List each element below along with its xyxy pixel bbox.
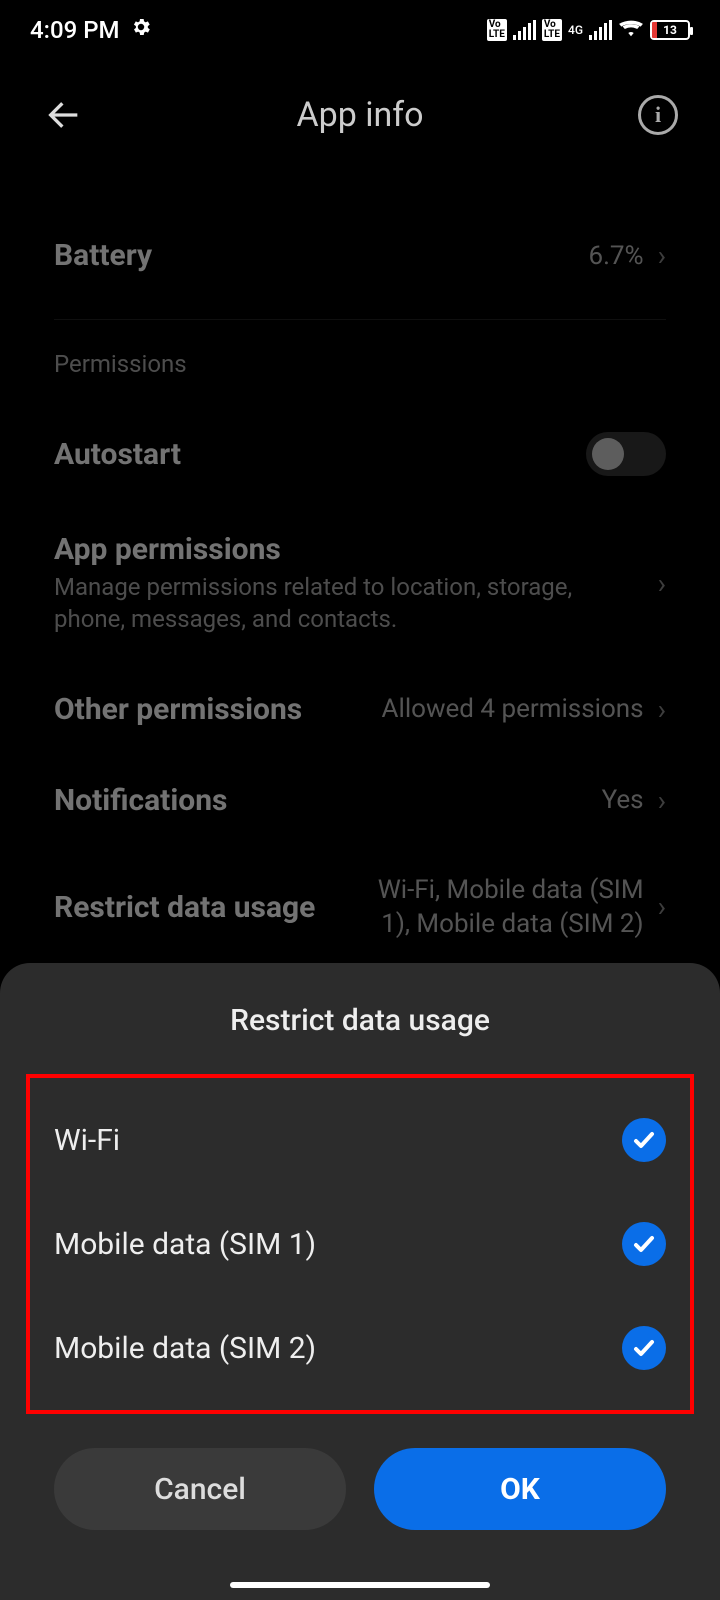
chevron-right-icon: ›	[658, 889, 666, 925]
other-permissions-value: Allowed 4 permissions	[382, 694, 644, 724]
signal-bars-icon-2	[589, 20, 612, 40]
background-content: Battery 6.7% › Permissions Autostart App …	[0, 170, 720, 969]
network-type-label: 4G	[568, 24, 583, 36]
gear-icon	[130, 16, 152, 44]
restrict-data-value: Wi-Fi, Mobile data (SIM 1), Mobile data …	[356, 874, 644, 942]
autostart-label: Autostart	[54, 437, 181, 472]
wifi-icon	[618, 16, 644, 44]
chevron-right-icon: ›	[658, 784, 666, 817]
notifications-value: Yes	[602, 785, 644, 815]
battery-row[interactable]: Battery 6.7% ›	[54, 210, 666, 301]
option-sim1-label: Mobile data (SIM 1)	[54, 1227, 316, 1262]
chevron-right-icon: ›	[658, 693, 666, 726]
status-bar: 4:09 PM VoLTE VoLTE 4G 13	[0, 0, 720, 60]
chevron-right-icon: ›	[658, 239, 666, 272]
signal-bars-icon-1	[513, 20, 536, 40]
option-sim2[interactable]: Mobile data (SIM 2)	[30, 1296, 690, 1400]
restrict-data-sheet: Restrict data usage Wi-Fi Mobile data (S…	[0, 963, 720, 1600]
notifications-row[interactable]: Notifications Yes ›	[54, 755, 666, 846]
home-indicator[interactable]	[230, 1582, 490, 1588]
status-time: 4:09 PM	[30, 16, 120, 44]
divider	[54, 319, 666, 320]
restrict-data-label: Restrict data usage	[54, 890, 315, 925]
notifications-label: Notifications	[54, 783, 227, 818]
volte-icon-2: VoLTE	[542, 19, 562, 41]
cancel-button[interactable]: Cancel	[54, 1448, 346, 1530]
app-permissions-sub: Manage permissions related to location, …	[54, 571, 614, 636]
volte-icon-1: VoLTE	[487, 19, 507, 41]
battery-percent: 13	[652, 23, 688, 37]
chevron-right-icon: ›	[658, 567, 666, 600]
page-title: App info	[0, 95, 720, 135]
app-permissions-label: App permissions	[54, 532, 614, 567]
sheet-title: Restrict data usage	[0, 963, 720, 1074]
ok-button[interactable]: OK	[374, 1448, 666, 1530]
options-highlight-box: Wi-Fi Mobile data (SIM 1) Mobile data (S…	[26, 1074, 694, 1414]
app-header: App info i	[0, 60, 720, 170]
option-wifi-label: Wi-Fi	[54, 1123, 120, 1158]
other-permissions-label: Other permissions	[54, 692, 302, 727]
autostart-row[interactable]: Autostart	[54, 404, 666, 504]
option-sim1[interactable]: Mobile data (SIM 1)	[30, 1192, 690, 1296]
restrict-data-row[interactable]: Restrict data usage Wi-Fi, Mobile data (…	[54, 846, 666, 970]
check-icon	[622, 1326, 666, 1370]
check-icon	[622, 1222, 666, 1266]
app-permissions-row[interactable]: App permissions Manage permissions relat…	[54, 504, 666, 664]
battery-icon: 13	[650, 20, 690, 40]
permissions-section-header: Permissions	[54, 350, 666, 378]
battery-label: Battery	[54, 238, 152, 273]
battery-value: 6.7%	[588, 241, 643, 271]
option-wifi[interactable]: Wi-Fi	[30, 1088, 690, 1192]
option-sim2-label: Mobile data (SIM 2)	[54, 1331, 316, 1366]
check-icon	[622, 1118, 666, 1162]
other-permissions-row[interactable]: Other permissions Allowed 4 permissions ›	[54, 664, 666, 755]
autostart-toggle[interactable]	[586, 432, 666, 476]
